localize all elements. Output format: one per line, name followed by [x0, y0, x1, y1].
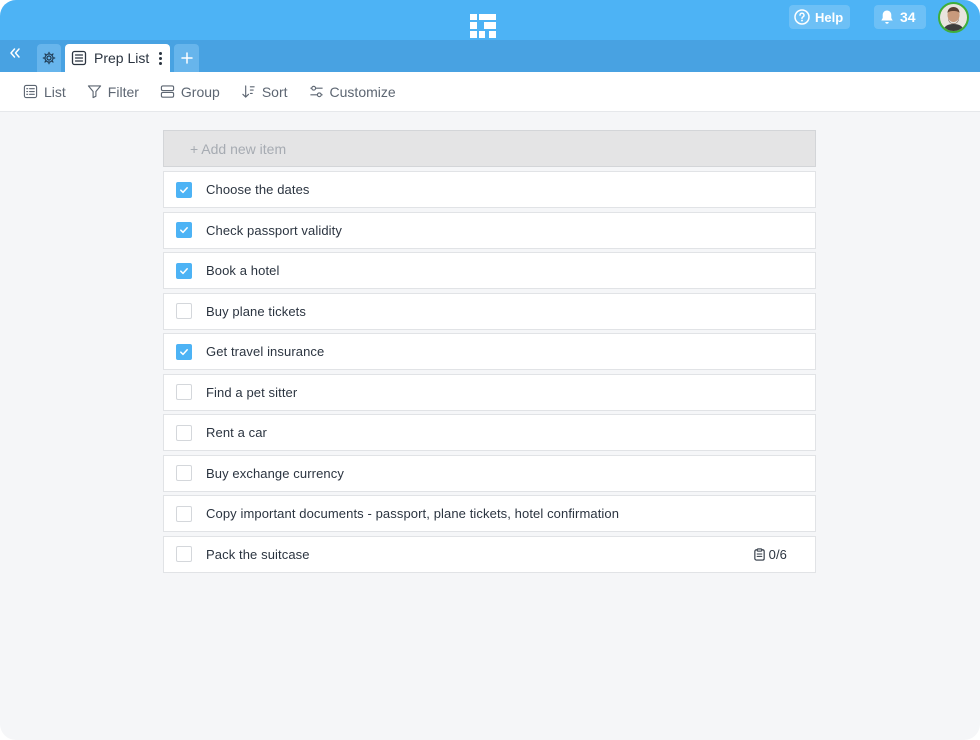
filter-button[interactable]: Filter — [87, 84, 139, 100]
item-checkbox[interactable] — [176, 465, 192, 481]
group-label: Group — [180, 83, 220, 100]
checkmark-icon — [180, 348, 188, 355]
sliders-icon — [309, 85, 323, 98]
customize-label: Customize — [329, 83, 396, 100]
list-item[interactable]: Book a hotel — [163, 252, 816, 289]
item-text: Check passport validity — [206, 222, 342, 238]
help-label: Help — [815, 9, 844, 25]
sort-label: Sort — [261, 83, 288, 100]
list-item[interactable]: Buy plane tickets — [163, 292, 816, 330]
list-item[interactable]: Choose the dates — [163, 171, 816, 208]
list-item[interactable]: Find a pet sitter — [163, 373, 816, 411]
group-button[interactable]: Group — [160, 84, 220, 100]
app-window: Help 34 Prep List List Filter Group Sort… — [0, 0, 980, 740]
gear-icon — [42, 51, 56, 65]
user-avatar[interactable] — [938, 2, 969, 33]
list-icon — [23, 84, 38, 99]
add-item-input[interactable]: + Add new item — [163, 130, 816, 167]
notification-count: 34 — [900, 9, 916, 25]
item-checkbox[interactable] — [176, 384, 192, 400]
add-tab-button[interactable] — [174, 44, 199, 72]
checkmark-icon — [180, 186, 188, 193]
list-item[interactable]: Copy important documents - passport, pla… — [163, 495, 816, 532]
list-item[interactable]: Get travel insurance — [163, 333, 816, 370]
tab-prep-list[interactable]: Prep List — [65, 44, 170, 72]
item-checkbox[interactable] — [176, 222, 192, 238]
customize-button[interactable]: Customize — [309, 84, 396, 100]
double-chevron-left-icon — [10, 48, 20, 58]
list-item[interactable]: Buy exchange currency — [163, 454, 816, 492]
item-text: Pack the suitcase — [206, 546, 310, 562]
list-item[interactable]: Check passport validity — [163, 211, 816, 249]
item-text: Book a hotel — [206, 263, 280, 278]
list-label: List — [44, 83, 66, 100]
item-checkbox[interactable] — [176, 262, 192, 279]
subtask-count[interactable]: 0/6 — [753, 547, 787, 562]
todo-list: + Add new item Choose the dates Check pas… — [163, 130, 816, 576]
group-icon — [160, 85, 175, 98]
item-text: Copy important documents - passport, pla… — [206, 506, 620, 521]
item-text: Buy exchange currency — [206, 465, 344, 481]
list-view-button[interactable]: List — [23, 84, 66, 100]
item-checkbox[interactable] — [176, 424, 192, 441]
user-photo-icon — [940, 4, 967, 31]
filter-icon — [87, 85, 101, 99]
tab-label: Prep List — [94, 50, 150, 66]
subtask-count-label: 0/6 — [768, 546, 787, 562]
item-text: Buy plane tickets — [206, 303, 306, 319]
question-circle-icon — [794, 9, 810, 25]
app-logo-icon[interactable] — [470, 12, 498, 40]
item-checkbox[interactable] — [176, 546, 192, 562]
bell-icon — [881, 10, 893, 24]
sort-button[interactable]: Sort — [241, 84, 288, 100]
tab-menu-icon[interactable] — [158, 51, 162, 65]
settings-tab[interactable] — [37, 44, 61, 72]
item-text: Choose the dates — [206, 182, 310, 197]
view-toolbar: List Filter Group Sort Customize — [0, 72, 980, 112]
item-text: Find a pet sitter — [206, 384, 298, 400]
item-text: Get travel insurance — [206, 344, 325, 359]
list-item[interactable]: Pack the suitcase 0/6 — [163, 535, 816, 573]
checkmark-icon — [180, 267, 188, 274]
collapse-sidebar-button[interactable] — [8, 46, 26, 64]
list-doc-icon — [71, 50, 87, 66]
filter-label: Filter — [107, 83, 139, 100]
notifications-button[interactable]: 34 — [874, 5, 926, 29]
item-checkbox[interactable] — [176, 303, 192, 319]
tab-bar: Prep List — [0, 40, 980, 72]
plus-icon — [180, 52, 193, 64]
clipboard-icon — [753, 547, 765, 561]
add-item-placeholder: + Add new item — [190, 140, 287, 157]
help-button[interactable]: Help — [789, 5, 850, 29]
item-checkbox[interactable] — [176, 343, 192, 360]
item-checkbox[interactable] — [176, 181, 192, 198]
checkmark-icon — [180, 227, 188, 234]
top-bar: Help 34 — [0, 0, 980, 40]
list-item[interactable]: Rent a car — [163, 414, 816, 451]
item-text: Rent a car — [206, 425, 267, 440]
sort-icon — [242, 85, 255, 98]
item-checkbox[interactable] — [176, 505, 192, 522]
